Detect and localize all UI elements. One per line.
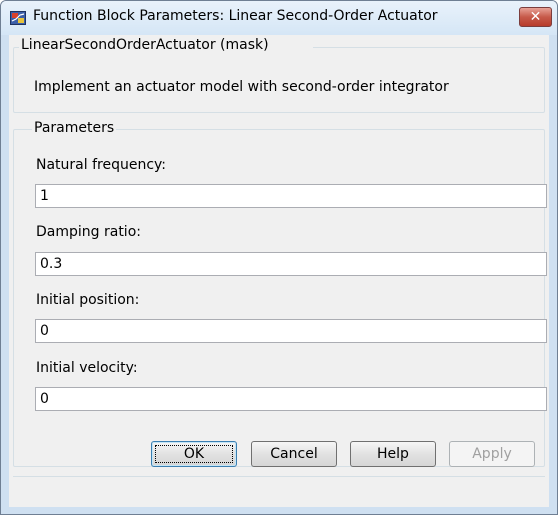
damping-ratio-label: Damping ratio:	[36, 224, 141, 240]
dialog-body: LinearSecondOrderActuator (mask) Impleme…	[9, 35, 549, 507]
close-button[interactable]: ✕	[519, 7, 552, 27]
parameters-group-title: Parameters	[32, 120, 117, 136]
initial-velocity-label: Initial velocity:	[36, 360, 138, 376]
initial-position-input[interactable]: 0	[35, 319, 547, 343]
damping-ratio-input[interactable]: 0.3	[35, 252, 547, 276]
natural-frequency-input[interactable]: 1	[35, 184, 547, 208]
window-title: Function Block Parameters: Linear Second…	[33, 8, 438, 24]
dialog-window: Function Block Parameters: Linear Second…	[0, 0, 558, 515]
button-row-divider	[13, 476, 545, 477]
mask-description: Implement an actuator model with second-…	[34, 79, 449, 95]
close-icon: ✕	[529, 9, 542, 25]
initial-position-label: Initial position:	[36, 292, 140, 308]
help-button-label: Help	[377, 446, 409, 462]
natural-frequency-label: Natural frequency:	[36, 157, 167, 173]
mask-group-title: LinearSecondOrderActuator (mask)	[19, 37, 313, 53]
initial-velocity-input[interactable]: 0	[35, 387, 547, 411]
apply-button: Apply	[449, 441, 535, 467]
simulink-block-icon	[10, 11, 26, 25]
apply-button-label: Apply	[472, 446, 512, 462]
focus-rectangle	[155, 445, 233, 463]
cancel-button-label: Cancel	[270, 446, 318, 462]
cancel-button[interactable]: Cancel	[251, 441, 337, 467]
title-bar[interactable]: Function Block Parameters: Linear Second…	[1, 1, 557, 35]
ok-button[interactable]: OK	[151, 441, 237, 467]
help-button[interactable]: Help	[350, 441, 436, 467]
